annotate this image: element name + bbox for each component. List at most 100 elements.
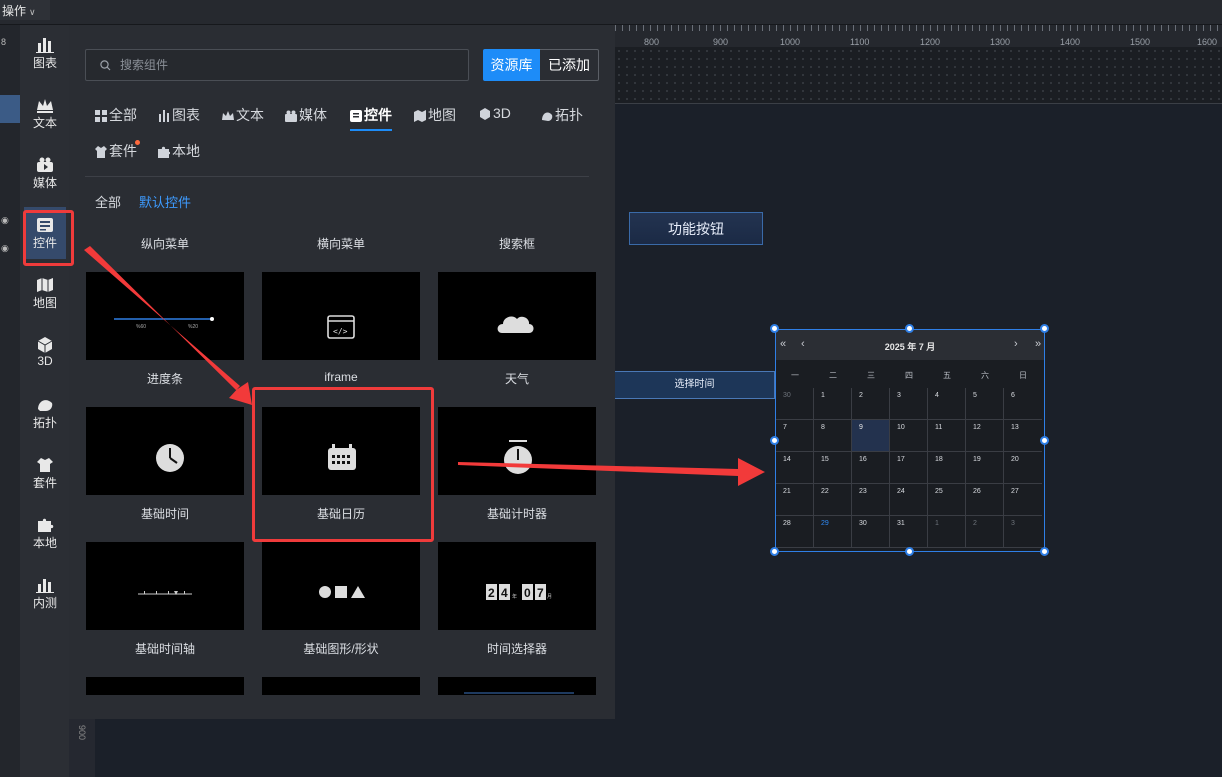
resize-handle[interactable]: [1040, 324, 1049, 333]
calendar-day-cell[interactable]: 23: [852, 484, 890, 516]
calendar-day-cell[interactable]: 20: [1004, 452, 1042, 484]
rail-item-3d[interactable]: 3D: [24, 327, 66, 379]
component-thumb-basic-time[interactable]: [86, 407, 244, 495]
calendar-day-cell[interactable]: 7: [776, 420, 814, 452]
progress-bar-preview: %60 %20: [114, 317, 214, 330]
rail-item-map[interactable]: 地图: [24, 267, 66, 319]
calendar-day-cell[interactable]: 1: [814, 388, 852, 420]
component-thumb-partial[interactable]: [438, 677, 596, 695]
resize-handle[interactable]: [1040, 436, 1049, 445]
component-thumb-time-picker[interactable]: 2 4 0 7 年 月: [438, 542, 596, 630]
resize-handle[interactable]: [770, 436, 779, 445]
calendar-day-cell[interactable]: 17: [890, 452, 928, 484]
calendar-day-cell[interactable]: 2: [966, 516, 1004, 548]
calendar-day-cell[interactable]: 3: [1004, 516, 1042, 548]
component-thumb-weather[interactable]: [438, 272, 596, 360]
resource-library-button[interactable]: 资源库: [483, 49, 540, 81]
tab-suite[interactable]: 套件: [95, 141, 137, 163]
calendar-day-cell[interactable]: 29: [814, 516, 852, 548]
tab-widget[interactable]: 控件: [350, 105, 392, 131]
function-button[interactable]: 功能按钮: [629, 212, 763, 245]
calendar-day-cell[interactable]: 30: [776, 388, 814, 420]
component-thumb-iframe[interactable]: </>: [262, 272, 420, 360]
weekday-label: 四: [905, 371, 913, 380]
rail-item-chart[interactable]: 图表: [24, 27, 66, 79]
timeline-preview: [138, 591, 192, 595]
component-thumb-basic-timer[interactable]: [438, 407, 596, 495]
search-icon: [100, 60, 111, 71]
calendar-day-cell[interactable]: 2: [852, 388, 890, 420]
calendar-day-cell[interactable]: 18: [928, 452, 966, 484]
tab-map[interactable]: 地图: [414, 105, 456, 127]
component-thumb-basic-shapes[interactable]: [262, 542, 420, 630]
calendar-day-cell[interactable]: 3: [890, 388, 928, 420]
calendar-day-cell[interactable]: 19: [966, 452, 1004, 484]
calendar-day-cell[interactable]: 30: [852, 516, 890, 548]
resize-handle[interactable]: [770, 547, 779, 556]
component-thumb-partial[interactable]: [262, 677, 420, 695]
rail-item-text[interactable]: 文本: [24, 87, 66, 139]
calendar-day-cell[interactable]: 8: [814, 420, 852, 452]
calendar-day-cell[interactable]: 31: [890, 516, 928, 548]
select-time-bar[interactable]: 选择时间: [615, 371, 775, 399]
calendar-day-cell[interactable]: 9: [852, 420, 890, 452]
clock-icon: [156, 444, 184, 472]
calendar-day-cell[interactable]: 25: [928, 484, 966, 516]
topology-icon: [38, 400, 53, 411]
rail-item-media[interactable]: 媒体: [24, 147, 66, 199]
calendar-day-cell[interactable]: 11: [928, 420, 966, 452]
calendar-day-cell[interactable]: 26: [966, 484, 1004, 516]
added-button[interactable]: 已添加: [540, 49, 599, 81]
next-year-button[interactable]: »: [1035, 338, 1041, 350]
rail-item-local[interactable]: 本地: [24, 507, 66, 559]
rail-item-suite[interactable]: 套件: [24, 447, 66, 499]
tab-text[interactable]: 文本: [222, 105, 264, 127]
resize-handle[interactable]: [905, 547, 914, 556]
calendar-day-cell[interactable]: 1: [928, 516, 966, 548]
calendar-day-cell[interactable]: 21: [776, 484, 814, 516]
calendar-day-cell[interactable]: 5: [966, 388, 1004, 420]
eye-icon[interactable]: ◉: [1, 243, 9, 254]
operation-menu[interactable]: 操作 ∨: [0, 0, 50, 20]
subtab-all[interactable]: 全部: [95, 192, 121, 211]
component-thumb-basic-timeline[interactable]: [86, 542, 244, 630]
calendar-day-cell[interactable]: 28: [776, 516, 814, 548]
calendar-day-cell[interactable]: 16: [852, 452, 890, 484]
tab-3d[interactable]: 3D: [479, 105, 511, 127]
calendar-day-cell[interactable]: 15: [814, 452, 852, 484]
rail-item-widget[interactable]: 控件: [24, 207, 66, 259]
calendar-day-cell[interactable]: 6: [1004, 388, 1042, 420]
new-badge-dot: [135, 140, 140, 145]
progress-label-a: %60: [136, 324, 146, 330]
resize-handle[interactable]: [770, 324, 779, 333]
component-label-vertical-menu: 纵向菜单: [140, 237, 189, 251]
component-thumb-partial[interactable]: [86, 677, 244, 695]
next-month-button[interactable]: ›: [1014, 338, 1018, 350]
component-thumb-basic-calendar[interactable]: [262, 407, 420, 495]
tab-chart[interactable]: 图表: [158, 105, 200, 127]
tab-all[interactable]: 全部: [95, 105, 137, 127]
calendar-day-cell[interactable]: 14: [776, 452, 814, 484]
tab-media[interactable]: 媒体: [285, 105, 327, 127]
calendar-day-cell[interactable]: 12: [966, 420, 1004, 452]
subtab-default-widgets[interactable]: 默认控件: [139, 192, 191, 211]
calendar-day-cell[interactable]: 4: [928, 388, 966, 420]
calendar-day-cell[interactable]: 10: [890, 420, 928, 452]
component-thumb-progress-bar[interactable]: %60 %20: [86, 272, 244, 360]
resize-handle[interactable]: [905, 324, 914, 333]
calendar-widget[interactable]: « ‹ 2025 年 7 月 › » 一二三四五六日 30 1 2 3 4 5 6 7 8 9 10…: [775, 329, 1045, 552]
grid-icon: [95, 110, 107, 122]
tab-topology[interactable]: 拓扑: [541, 105, 583, 127]
tab-local[interactable]: 本地: [158, 141, 200, 163]
resize-handle[interactable]: [1040, 547, 1049, 556]
component-label-horizontal-menu: 横向菜单: [316, 237, 365, 251]
search-input[interactable]: [120, 50, 460, 80]
calendar-day-cell[interactable]: 24: [890, 484, 928, 516]
eye-icon[interactable]: ◉: [1, 215, 9, 226]
calendar-day-cell[interactable]: 13: [1004, 420, 1042, 452]
bar-chart-icon: [36, 38, 54, 53]
calendar-day-cell[interactable]: 27: [1004, 484, 1042, 516]
calendar-day-cell[interactable]: 22: [814, 484, 852, 516]
rail-item-topology[interactable]: 拓扑: [24, 387, 66, 439]
rail-item-beta[interactable]: 内测: [24, 567, 66, 619]
